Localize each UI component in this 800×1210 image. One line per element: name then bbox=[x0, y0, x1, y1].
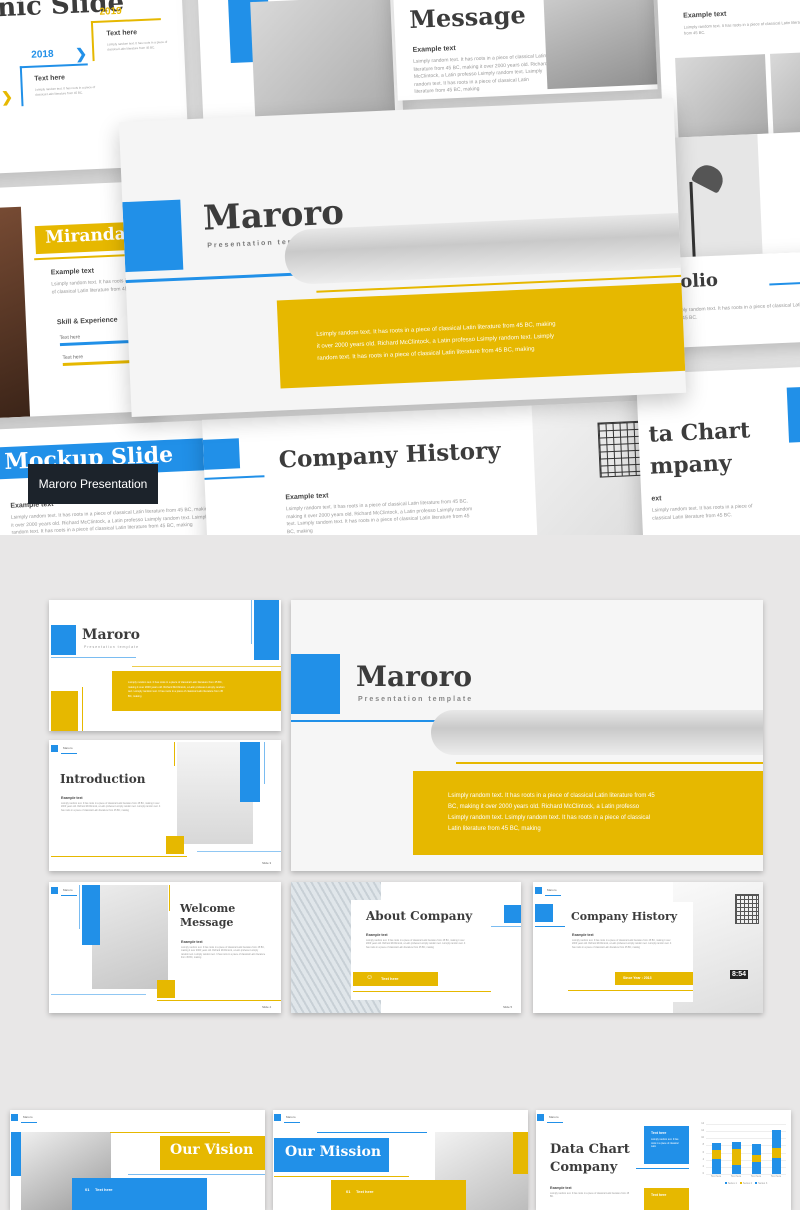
about-text-button[interactable]: ☺ Text here bbox=[353, 972, 438, 986]
chevron-right-icon: ❯ bbox=[74, 45, 88, 62]
chart-legend: Series 1 Series 2 Series 3 bbox=[706, 1181, 786, 1185]
thumb-datachart[interactable]: Maroro Data Chart Company Example text L… bbox=[536, 1110, 791, 1210]
y-axis: 0 2 4 6 8 10 12 14 bbox=[696, 1122, 704, 1175]
woman-writing-photo bbox=[250, 0, 396, 128]
thumb-welcome[interactable]: Maroro Welcome Message Example text Lsim… bbox=[49, 882, 281, 1013]
people-icon: ☺ bbox=[366, 974, 374, 981]
bar-segment bbox=[731, 1165, 741, 1174]
slide-welcome-photo bbox=[196, 0, 404, 130]
bar-segment bbox=[731, 1149, 741, 1166]
thumb-history[interactable]: Maroro 8:54 Company History Example text… bbox=[533, 882, 763, 1013]
y-tick-label: 2 bbox=[702, 1164, 704, 1168]
slide-cover-hero: Maroro Presentation template Lsimply ran… bbox=[118, 98, 687, 417]
cover-text-box: Lsimply random text. It has roots in a p… bbox=[413, 771, 763, 855]
slide-history-hero: Company History Example text Lsimply ran… bbox=[201, 400, 659, 535]
man-photo bbox=[675, 54, 769, 143]
legend-swatch bbox=[724, 1182, 727, 1184]
legend-swatch bbox=[755, 1182, 758, 1184]
x-tick-label: Text here bbox=[710, 1175, 722, 1178]
y-tick-label: 10 bbox=[701, 1136, 704, 1140]
plot-area bbox=[706, 1124, 786, 1175]
legend-swatch bbox=[739, 1182, 742, 1184]
legend-entry: Series 3 bbox=[755, 1181, 767, 1185]
bar-segment bbox=[771, 1147, 781, 1158]
chevron-right-icon: ❯ bbox=[0, 88, 14, 106]
woman-portrait-photo bbox=[0, 206, 31, 419]
cover-title: Maroro bbox=[356, 660, 472, 693]
laptop-clock: 8:54 bbox=[730, 970, 749, 979]
product-label: Maroro Presentation bbox=[28, 464, 158, 504]
x-axis: Text here Text here Text here Text here bbox=[706, 1175, 786, 1180]
profile-name: Miranda bbox=[44, 224, 127, 248]
hero-collage: nic Slide 2019 2018 ❯ ❯ Text here Lsimpl… bbox=[0, 0, 800, 535]
legend-entry: Series 2 bbox=[739, 1181, 752, 1185]
gridline bbox=[706, 1124, 786, 1125]
y-tick-label: 14 bbox=[701, 1122, 704, 1125]
fountain-pen-image bbox=[431, 710, 763, 755]
bar-segment bbox=[731, 1142, 741, 1150]
bar-segment bbox=[751, 1161, 761, 1174]
bar-segment bbox=[711, 1158, 721, 1174]
bar-segment bbox=[771, 1130, 781, 1148]
since-year-badge: Since Year : 2013 bbox=[615, 972, 693, 985]
grid-board-icon bbox=[735, 894, 759, 924]
woman-writing-photo bbox=[92, 885, 168, 989]
thumb-cover-large[interactable]: Maroro Presentation template Lsimply ran… bbox=[291, 600, 763, 871]
x-tick-label: Text here bbox=[750, 1175, 762, 1178]
bar-segment bbox=[711, 1142, 721, 1151]
bar-segment bbox=[771, 1157, 781, 1174]
thumb-cover[interactable]: Maroro Presentation template Lsimply ran… bbox=[49, 600, 281, 731]
bar-segment bbox=[751, 1155, 761, 1162]
cover-blue-block bbox=[122, 199, 184, 273]
year-2018: 2018 bbox=[31, 48, 54, 61]
y-tick-label: 4 bbox=[702, 1157, 704, 1161]
legend-entry: Series 1 bbox=[724, 1181, 737, 1185]
lamp-icon bbox=[690, 160, 728, 194]
thumb-mission[interactable]: Maroro Our Mission 01 Text here bbox=[273, 1110, 528, 1210]
thumb-about[interactable]: About Company Example text Lsimply rando… bbox=[291, 882, 521, 1013]
x-tick-label: Text here bbox=[730, 1175, 742, 1178]
stacked-bar-chart: 0 2 4 6 8 10 12 14 Text here Text here Text here T… bbox=[696, 1122, 786, 1185]
x-tick-label: Text here bbox=[770, 1175, 782, 1178]
woman-denim-photo bbox=[543, 0, 658, 90]
thumb-vision[interactable]: Maroro Our Vision 01 Text here bbox=[10, 1110, 265, 1210]
thumb-introduction[interactable]: Maroro Introduction Example text Lsimply… bbox=[49, 740, 281, 871]
cover-text-box: Lsimply random text. It has roots in a p… bbox=[276, 282, 687, 389]
bar-segment bbox=[751, 1144, 761, 1156]
y-tick-label: 0 bbox=[702, 1172, 704, 1175]
y-tick-label: 8 bbox=[702, 1143, 704, 1147]
y-tick-label: 12 bbox=[701, 1129, 704, 1133]
slide-message: Message Example text Lsimply random text… bbox=[392, 0, 658, 101]
bar-segment bbox=[711, 1150, 721, 1159]
y-tick-label: 6 bbox=[702, 1150, 704, 1154]
year-2019: 2019 bbox=[99, 5, 122, 18]
slide-team: Example text Lsimply random text. It has… bbox=[656, 0, 800, 144]
